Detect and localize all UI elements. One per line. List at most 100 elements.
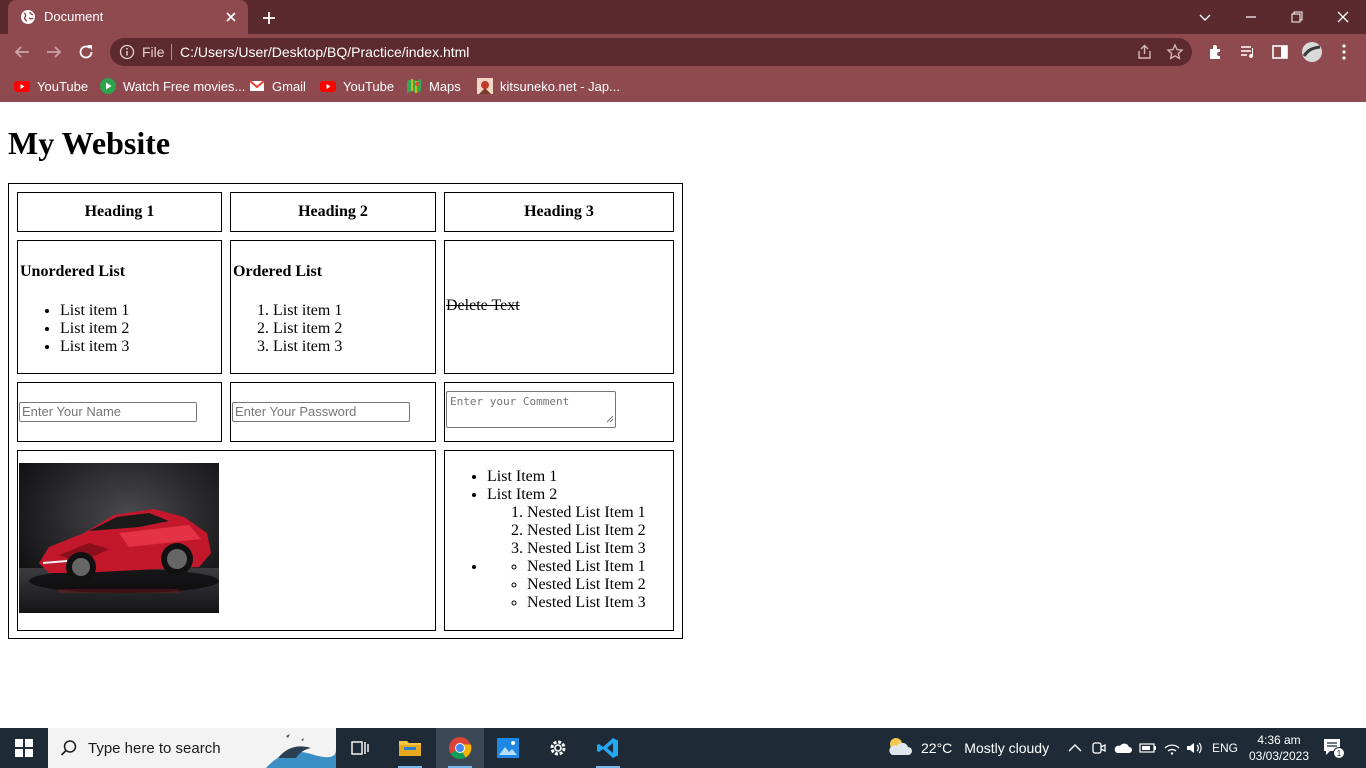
table-heading-3: Heading 3 [444,192,674,232]
bookmark-maps[interactable]: Maps [406,76,461,96]
search-highlight-image [256,728,336,768]
tab-title: Document [44,9,104,24]
password-input-cell: Enter Your Password [230,382,436,442]
close-window-icon[interactable] [1320,0,1366,34]
close-tab-icon[interactable] [222,8,240,26]
extensions-icon[interactable] [1205,41,1227,63]
ordered-list-cell: Ordered List List item 1 List item 2 Lis… [230,240,436,374]
nested-list-item: Nested List Item 1 [527,558,646,576]
list-item-label: List Item 2 [487,486,558,503]
bookmark-youtube[interactable]: YouTube [14,76,88,96]
gmail-icon [249,78,265,94]
nested-ordered-list: Nested List Item 1 Nested List Item 2 Ne… [487,504,646,558]
taskbar-search-box[interactable]: Type here to search [48,728,336,768]
list-item: List Item 1 [487,468,646,486]
maps-icon [406,78,422,94]
reload-icon[interactable] [74,40,98,64]
vscode-icon[interactable] [584,728,632,768]
bookmark-label: kitsuneko.net - Jap... [500,78,620,94]
bookmark-label: Maps [429,78,461,94]
resize-grip-icon[interactable] [606,413,614,426]
bookmark-kitsuneko[interactable]: kitsuneko.net - Jap... [477,76,620,96]
new-tab-icon[interactable] [258,7,280,29]
browser-toolbar: File C:/Users/User/Desktop/BQ/Practice/i… [0,34,1366,70]
tab-search-icon[interactable] [1182,0,1228,34]
list-item: List item 3 [60,338,129,356]
comment-input-cell: Enter your Comment [444,382,674,442]
photos-icon[interactable] [484,728,532,768]
bookmark-watch-free-movies[interactable]: Watch Free movies... [100,76,245,96]
clock-time: 4:36 am [1257,733,1301,747]
list-item: List item 1 [273,302,342,320]
meet-now-icon[interactable] [1092,728,1106,768]
site-icon [477,78,493,94]
notification-center-icon[interactable]: 1 [1322,728,1346,768]
nested-list-item: Nested List Item 3 [527,594,646,612]
weather-widget[interactable]: 22°C Mostly cloudy [885,728,1049,768]
browser-tab[interactable]: Document [8,0,248,34]
comment-textarea[interactable]: Enter your Comment [446,391,616,428]
bookmark-label: Gmail [272,78,306,94]
list-item: List item 2 [60,320,129,338]
profile-avatar[interactable] [1301,41,1323,63]
bookmark-gmail[interactable]: Gmail [249,76,306,96]
youtube-icon [320,78,336,94]
search-placeholder: Type here to search [88,740,221,757]
nested-list-item: Nested List Item 2 [527,522,646,540]
onedrive-icon[interactable] [1114,728,1132,768]
wifi-icon[interactable] [1163,728,1181,768]
table-heading-2: Heading 2 [230,192,436,232]
page-title: My Website [8,125,171,161]
task-view-icon[interactable] [336,728,384,768]
menu-icon[interactable] [1333,41,1355,63]
unordered-list: List item 1 List item 2 List item 3 [20,302,129,356]
system-clock[interactable]: 4:36 am 03/03/2023 [1244,732,1314,764]
volume-icon[interactable] [1186,728,1204,768]
list-item: List item 1 [60,302,129,320]
tab-strip: Document [0,0,1366,34]
play-icon [100,78,116,94]
bookmark-youtube-2[interactable]: YouTube [320,76,394,96]
back-icon[interactable] [10,40,34,64]
bookmark-label: YouTube [37,78,89,94]
name-input-cell: Enter Your Name [17,382,222,442]
taskbar: Type here to search 22°C Mostly cloudy E… [0,728,1366,768]
media-queue-icon[interactable] [1237,41,1259,63]
table-heading-1: Heading 1 [17,192,222,232]
nested-list-cell: List Item 1 List Item 2 Nested List Item… [444,450,674,631]
windows-start-icon[interactable] [0,728,48,768]
forward-icon[interactable] [42,40,66,64]
globe-icon [20,9,36,25]
restore-icon[interactable] [1274,0,1320,34]
notification-count: 1 [1337,749,1342,758]
search-icon [60,739,78,761]
info-icon[interactable] [119,44,135,63]
language-indicator[interactable]: ENG [1212,728,1238,768]
chrome-icon[interactable] [436,728,484,768]
web-page: My Website Heading 1 Heading 2 Heading 3… [0,102,1366,728]
nested-list-item: Nested List Item 3 [527,540,646,558]
share-icon[interactable] [1136,43,1154,64]
nested-list: List Item 1 List Item 2 Nested List Item… [447,468,646,612]
image-cell [17,450,436,631]
youtube-icon [14,78,30,94]
password-input[interactable]: Enter Your Password [232,402,410,422]
name-input[interactable]: Enter Your Name [19,402,197,422]
nested-circle-list: Nested List Item 1 Nested List Item 2 Ne… [487,558,646,612]
minimize-icon[interactable] [1228,0,1274,34]
show-hidden-icons[interactable] [1068,728,1082,768]
side-panel-icon[interactable] [1269,41,1291,63]
list-item: List item 3 [273,338,342,356]
weather-desc: Mostly cloudy [964,740,1050,756]
omnibox-divider [171,44,172,60]
nested-list-item: Nested List Item 2 [527,576,646,594]
settings-icon[interactable] [534,728,582,768]
bookmarks-bar: YouTube Watch Free movies... Gmail YouTu… [0,70,1366,102]
delete-text-cell: Delete Text [444,240,674,374]
address-bar[interactable]: File C:/Users/User/Desktop/BQ/Practice/i… [110,38,1192,66]
bookmark-star-icon[interactable] [1166,43,1184,64]
file-explorer-icon[interactable] [386,728,434,768]
url-text[interactable]: C:/Users/User/Desktop/BQ/Practice/index.… [180,44,469,60]
battery-icon[interactable] [1139,728,1157,768]
unordered-list-cell: Unordered List List item 1 List item 2 L… [17,240,222,374]
